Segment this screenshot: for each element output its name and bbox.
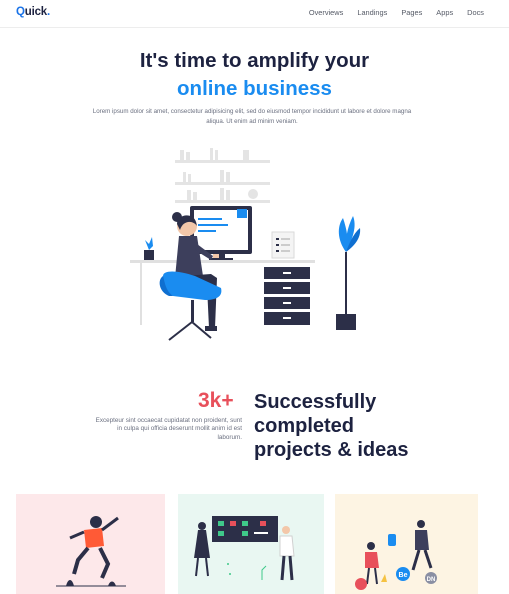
shelves [175,148,270,203]
feature-card-green[interactable] [178,494,324,594]
top-navbar: Quick. Overviews Landings Pages Apps Doc… [0,0,509,28]
stat-description: Excepteur sint occaecat cupidatat non pr… [95,417,242,441]
nav-link-landings[interactable]: Landings [357,8,387,17]
dn-badge-text: DN [427,577,436,583]
stat-title-line: completed [254,415,355,437]
stat-title-line: Successfully [254,391,377,413]
stat-number: 3k+ [198,389,234,412]
hero-description: Lorem ipsum dolor sit amet, consectetur … [92,108,412,125]
jumping-person-illustration [56,516,126,587]
tall-plant [336,216,361,330]
nav-links: Overviews Landings Pages Apps Docs [295,8,484,17]
behance-badge-text: Be [399,572,408,579]
logo[interactable]: Quick. [16,6,50,18]
drawer-cabinet [262,263,312,333]
document-sheet [271,231,295,259]
feature-card-pink[interactable] [16,494,165,594]
logo-letter: Q [16,6,25,18]
stat-title: Successfully completed projects & ideas [254,390,454,462]
social-team-illustration: Be DN [355,520,437,590]
stat-title-line: projects & ideas [254,439,409,461]
nav-link-apps[interactable]: Apps [436,8,453,17]
logo-dot: . [46,6,50,18]
nav-link-overviews[interactable]: Overviews [309,8,344,17]
logo-text: uick [24,6,47,18]
hero-title-highlight: online business [177,77,332,100]
feature-card-yellow[interactable]: Be DN [335,494,478,594]
nav-link-pages[interactable]: Pages [401,8,422,17]
hero-title: It's time to amplify your [139,49,370,72]
workspace-illustration [130,148,361,341]
presentation-illustration [194,516,295,581]
small-plant [144,237,154,260]
nav-link-docs[interactable]: Docs [467,8,484,17]
